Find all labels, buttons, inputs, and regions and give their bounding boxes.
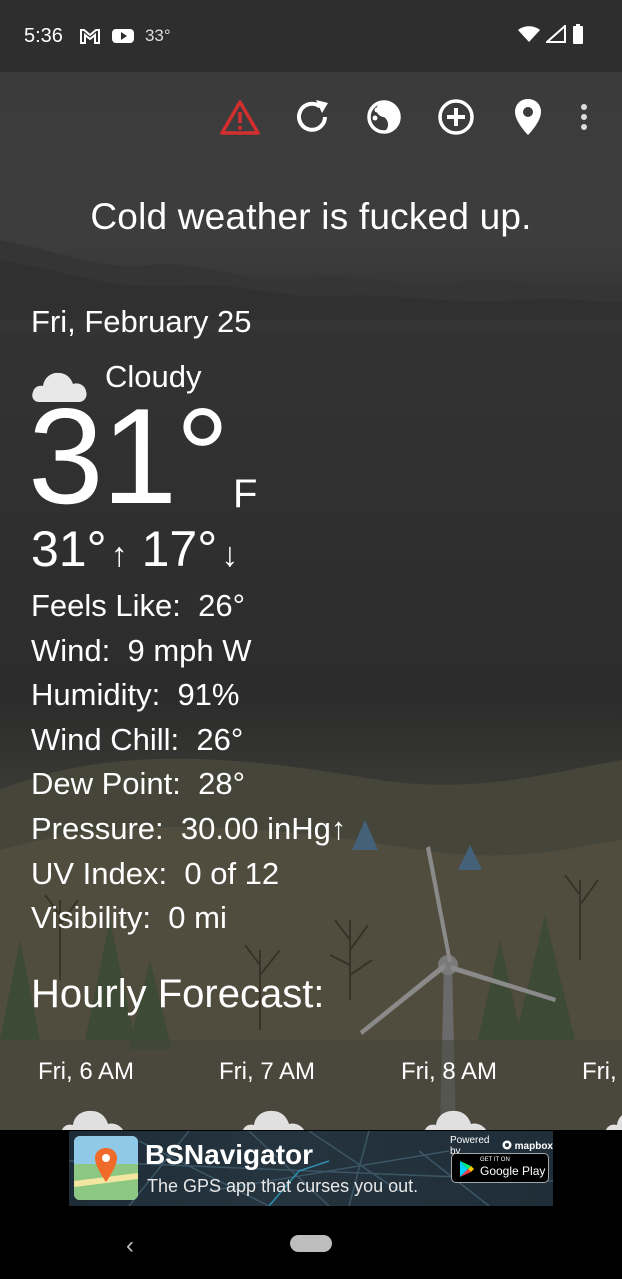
refresh-icon[interactable] [276,81,348,153]
add-location-icon[interactable] [420,81,492,153]
hourly-forecast-strip[interactable]: Fri, 6 AM Fri, 7 AM Fri, 8 AM Fri, [0,1040,622,1130]
store-big-text: Google Play [480,1164,546,1178]
hour-label[interactable]: Fri, [582,1058,617,1086]
detail-label: UV Index: [31,855,168,891]
detail-value: 26° [198,588,246,623]
battery-icon [572,24,584,50]
cloud-icon [425,1110,487,1130]
detail-humidity: Humidity: 91% [31,673,346,718]
low-temp: 17° [141,521,218,577]
ad-title: BSNavigator [145,1139,314,1170]
ad-banner-area: BSNavigator The GPS app that curses you … [0,1130,622,1208]
hour-label[interactable]: Fri, 8 AM [401,1058,497,1086]
detail-uv-index: UV Index: 0 of 12 [31,852,346,897]
action-toolbar [0,72,622,162]
home-pill[interactable] [290,1235,332,1252]
status-temperature: 33° [144,26,171,45]
detail-label: Feels Like: [31,588,181,623]
cloud-icon [243,1110,305,1130]
high-arrow: ↑ [110,536,128,574]
weather-details: Feels Like: 26° Wind: 9 mph W Humidity: … [31,584,346,941]
hour-label[interactable]: Fri, 7 AM [219,1058,315,1086]
ad-subtitle: The GPS app that curses you out. [147,1176,419,1196]
wifi-icon [518,25,540,49]
detail-value: 0 mi [168,900,227,936]
cloud-icon [62,1110,124,1130]
location-pin-icon[interactable] [492,81,564,153]
store-small-text: GET IT ON [480,1157,510,1163]
snark-message: Cold weather is fucked up. [90,196,532,237]
signal-icon [544,23,566,49]
detail-pressure: Pressure: 30.00 inHg↑ [31,807,346,852]
temperature-unit: F [233,472,258,516]
detail-label: Wind: [31,632,111,668]
detail-wind: Wind: 9 mph W [31,629,346,674]
bsnavigator-logo [74,1136,138,1200]
hourly-forecast-title: Hourly Forecast: [31,972,325,1016]
detail-value: 26° [196,721,244,757]
google-play-badge[interactable]: GET IT ON Google Play [451,1153,549,1183]
detail-value: 0 of 12 [184,855,280,891]
status-bar: 5:36 33° [0,0,622,72]
hour-label[interactable]: Fri, 6 AM [38,1058,134,1086]
detail-label: Pressure: [31,810,164,846]
detail-label: Humidity: [31,677,161,713]
low-arrow: ↓ [221,536,239,574]
high-temp: 31° [31,521,107,577]
detail-feels-like: Feels Like: 26° [31,584,346,629]
app-screen: 5:36 33° Cold weather is fucked up. Fri,… [0,0,622,1279]
detail-value: 9 mph W [127,632,252,668]
ad-banner[interactable]: BSNavigator The GPS app that curses you … [69,1131,553,1206]
detail-visibility: Visibility: 0 mi [31,896,346,941]
current-date: Fri, February 25 [31,304,252,339]
back-button[interactable]: ‹ [126,1232,134,1260]
detail-value: 30.00 inHg↑ [180,810,347,846]
mapbox-icon [502,1140,512,1153]
detail-label: Visibility: [31,900,152,936]
youtube-icon [111,27,135,45]
gmail-icon [79,27,101,45]
cloud-icon [606,1115,622,1130]
system-nav-bar: ‹ [0,1208,622,1279]
alert-icon[interactable] [204,81,276,153]
google-play-icon [460,1161,474,1177]
detail-wind-chill: Wind Chill: 26° [31,718,346,763]
current-temperature: 31° [28,380,230,532]
status-time: 5:36 [24,24,63,47]
detail-label: Wind Chill: [31,721,180,757]
detail-value: 91% [177,677,240,713]
high-low-temps: 31° ↑ 17° ↓ [31,520,252,578]
theme-icon[interactable] [348,81,420,153]
detail-dew-point: Dew Point: 28° [31,762,346,807]
detail-value: 28° [198,766,246,802]
detail-label: Dew Point: [31,766,181,802]
mapbox-label: mapbox [514,1140,553,1152]
more-menu-icon[interactable] [564,81,604,153]
